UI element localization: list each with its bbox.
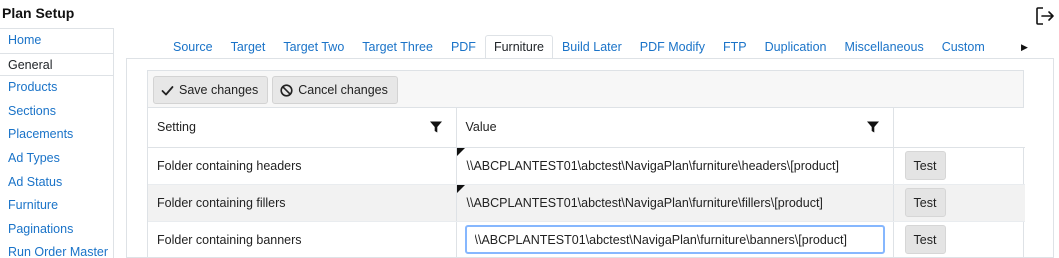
tab-source[interactable]: Source — [164, 35, 222, 59]
actions-cell: Test — [893, 221, 1025, 258]
scroll-right-icon[interactable]: ▶ — [1021, 42, 1028, 53]
column-header-setting-label: Setting — [157, 120, 196, 135]
dirty-marker — [456, 184, 465, 193]
test-button[interactable]: Test — [904, 188, 946, 217]
sidebar-item-general[interactable]: General — [0, 52, 113, 77]
value-cell[interactable]: \\ABCPLANTEST01\abctest\NavigaPlan\furni… — [456, 147, 894, 185]
value-cell[interactable]: \\ABCPLANTEST01\abctest\NavigaPlan\furni… — [456, 184, 894, 222]
tab-target[interactable]: Target — [222, 35, 275, 59]
test-button[interactable]: Test — [904, 225, 946, 254]
value-text: \\ABCPLANTEST01\abctest\NavigaPlan\furni… — [466, 195, 823, 210]
tab-target-two[interactable]: Target Two — [274, 35, 353, 59]
table-row: Folder containing fillers \\ABCPLANTEST0… — [148, 184, 1025, 222]
value-input[interactable] — [464, 225, 885, 254]
setting-cell: Folder containing fillers — [148, 184, 457, 222]
sidebar-nav: Home General Products Sections Placement… — [0, 28, 114, 258]
settings-grid: Save changes Cancel changes Setting Valu… — [147, 70, 1025, 258]
tab-build-later[interactable]: Build Later — [553, 35, 631, 59]
checkmark-icon — [161, 85, 174, 95]
tab-miscellaneous[interactable]: Miscellaneous — [835, 35, 932, 59]
logout-icon[interactable] — [1034, 5, 1056, 27]
tab-pdf-modify[interactable]: PDF Modify — [631, 35, 714, 59]
value-cell[interactable] — [456, 221, 894, 258]
column-header-actions — [893, 108, 1025, 148]
sidebar-item-placements[interactable]: Placements — [0, 123, 113, 147]
sidebar-item-furniture[interactable]: Furniture — [0, 194, 113, 218]
page-title: Plan Setup — [2, 5, 75, 21]
filter-icon[interactable] — [866, 121, 879, 133]
tab-custom[interactable]: Custom — [933, 35, 994, 59]
cancel-circle-icon — [280, 83, 293, 97]
tab-bar: Source Target Target Two Target Three PD… — [126, 35, 994, 59]
tab-furniture[interactable]: Furniture — [484, 35, 553, 59]
table-row: Folder containing headers \\ABCPLANTEST0… — [148, 147, 1025, 185]
table-header-row: Setting Value — [148, 108, 1025, 148]
actions-cell: Test — [893, 147, 1025, 185]
sidebar-item-run-order-master[interactable]: Run Order Master — [0, 241, 113, 258]
table-row: Folder containing banners Test — [148, 221, 1025, 258]
sidebar-item-ad-status[interactable]: Ad Status — [0, 171, 113, 195]
tab-ftp[interactable]: FTP — [714, 35, 756, 59]
sidebar-item-paginations[interactable]: Paginations — [0, 218, 113, 242]
column-header-value-label: Value — [465, 120, 497, 135]
setting-cell: Folder containing headers — [148, 147, 457, 185]
settings-table: Setting Value Folder containing headers — [148, 108, 1025, 258]
save-changes-label: Save changes — [179, 83, 259, 97]
sidebar-item-products[interactable]: Products — [0, 76, 113, 100]
sidebar-item-ad-types[interactable]: Ad Types — [0, 147, 113, 171]
tab-duplication[interactable]: Duplication — [756, 35, 836, 59]
actions-cell: Test — [893, 184, 1025, 222]
save-changes-button[interactable]: Save changes — [153, 76, 269, 104]
tab-panel-furniture: Save changes Cancel changes Setting Valu… — [126, 58, 1054, 258]
tab-target-three[interactable]: Target Three — [353, 35, 442, 59]
column-header-setting[interactable]: Setting — [148, 108, 457, 148]
value-text: \\ABCPLANTEST01\abctest\NavigaPlan\furni… — [466, 158, 839, 173]
main-content: Source Target Target Two Target Three PD… — [126, 28, 1056, 258]
setting-cell: Folder containing banners — [148, 221, 457, 258]
grid-toolbar: Save changes Cancel changes — [148, 71, 1023, 108]
column-header-value[interactable]: Value — [456, 108, 894, 148]
filter-icon[interactable] — [429, 121, 442, 133]
cancel-changes-label: Cancel changes — [298, 83, 388, 97]
test-button[interactable]: Test — [904, 151, 946, 180]
dirty-marker — [456, 147, 465, 156]
sidebar-item-sections[interactable]: Sections — [0, 100, 113, 124]
tab-pdf[interactable]: PDF — [442, 35, 485, 59]
cancel-changes-button[interactable]: Cancel changes — [272, 76, 398, 104]
sidebar-item-home[interactable]: Home — [0, 29, 113, 53]
